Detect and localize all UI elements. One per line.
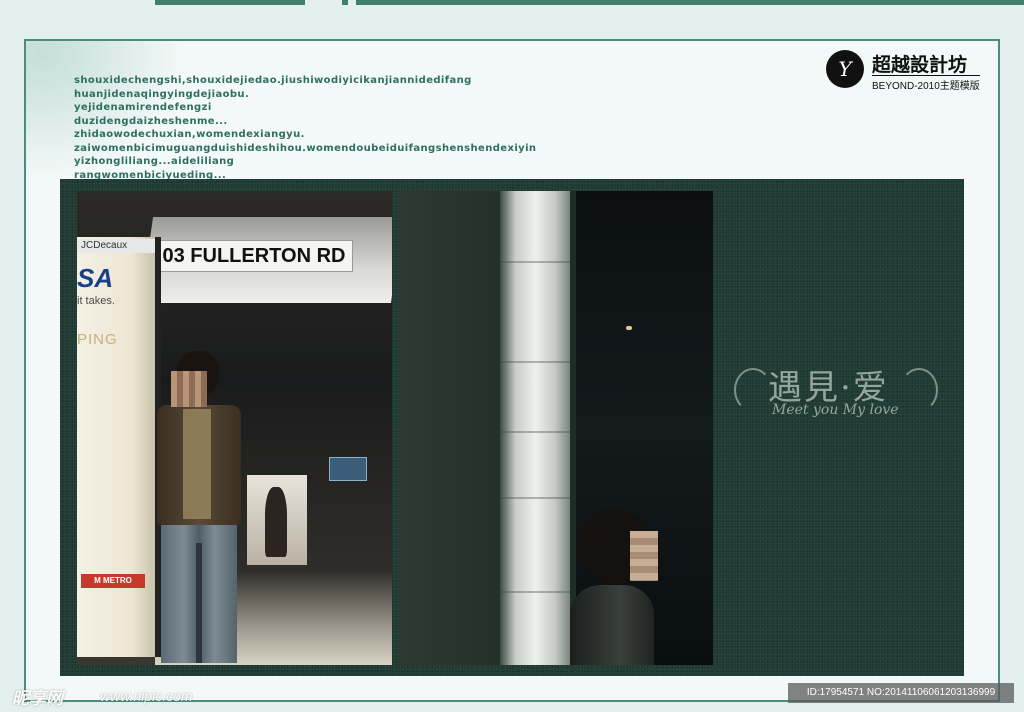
brand-name: 超越設計坊 bbox=[872, 54, 968, 76]
figure-shirt bbox=[183, 409, 211, 519]
pillar-joint bbox=[500, 361, 570, 363]
pillar-joint bbox=[500, 431, 570, 433]
ad-brand-label: JCDecaux bbox=[77, 239, 155, 253]
brand-subtitle: BEYOND-2010主题模版 bbox=[872, 75, 980, 92]
leaning-person-figure bbox=[570, 509, 690, 665]
figure-jacket bbox=[570, 585, 654, 665]
poem-line: zhidaowodechuxian,womendexiangyu. bbox=[74, 129, 305, 140]
pixelated-face bbox=[171, 371, 207, 407]
poem-line: yizhongliliang...aideliliang bbox=[74, 156, 235, 167]
photo-pillar-scene bbox=[398, 191, 713, 665]
top-bar-segment bbox=[342, 0, 348, 5]
figure-legs bbox=[161, 523, 237, 663]
poem-line: yejidenamirendefengzi bbox=[74, 102, 212, 113]
poem-line: duzidengdaizheshenme... bbox=[74, 115, 228, 127]
top-bar-segment bbox=[356, 0, 1024, 5]
standing-man-figure bbox=[149, 351, 249, 665]
swirl-ornament-icon bbox=[900, 368, 938, 412]
poem-text: shouxidechengshi,shouxidejiedao.jiushiwo… bbox=[74, 74, 594, 182]
swirl-ornament-icon bbox=[734, 368, 772, 412]
pixelated-face bbox=[630, 531, 658, 581]
white-pillar bbox=[500, 191, 570, 665]
pillar-joint bbox=[500, 497, 570, 499]
background-poster bbox=[247, 475, 307, 565]
decorative-subtitle: Meet you My love bbox=[772, 402, 899, 418]
ad-metro-badge: M METRO bbox=[81, 574, 145, 588]
ad-small-text: it takes. bbox=[77, 295, 115, 307]
street-sign: 03 FULLERTON RD bbox=[155, 240, 353, 272]
poem-line: zaiwomenbicimuguangduishideshihou.womend… bbox=[74, 142, 537, 154]
brand-logo-icon: Y bbox=[826, 50, 864, 88]
ad-big-text: SA bbox=[77, 263, 114, 293]
top-bar-segment bbox=[155, 0, 305, 5]
watermark-url: www.nipic.com bbox=[100, 688, 193, 704]
brand-block: Y 超越設計坊 BEYOND-2010主题模版 bbox=[826, 48, 996, 92]
poem-line: huanjidenaqingyingdejiaobu. bbox=[74, 88, 250, 100]
watermark-id-badge: ID:17954571 NO:20141106061203136999 bbox=[788, 683, 1014, 703]
blue-sign bbox=[329, 457, 367, 481]
ad-ping-text: PING bbox=[77, 331, 118, 348]
top-decor-bar bbox=[0, 0, 1024, 8]
poem-line: shouxidechengshi,shouxidejiedao.jiushiwo… bbox=[74, 75, 472, 86]
pillar-joint bbox=[500, 261, 570, 263]
ceiling-light bbox=[626, 326, 632, 330]
watermark-site-logo: 昵享网 bbox=[12, 689, 63, 708]
pillar-joint bbox=[500, 591, 570, 593]
photo-street-scene: 03 FULLERTON RD JCDecaux SA it takes. PI… bbox=[77, 191, 392, 665]
